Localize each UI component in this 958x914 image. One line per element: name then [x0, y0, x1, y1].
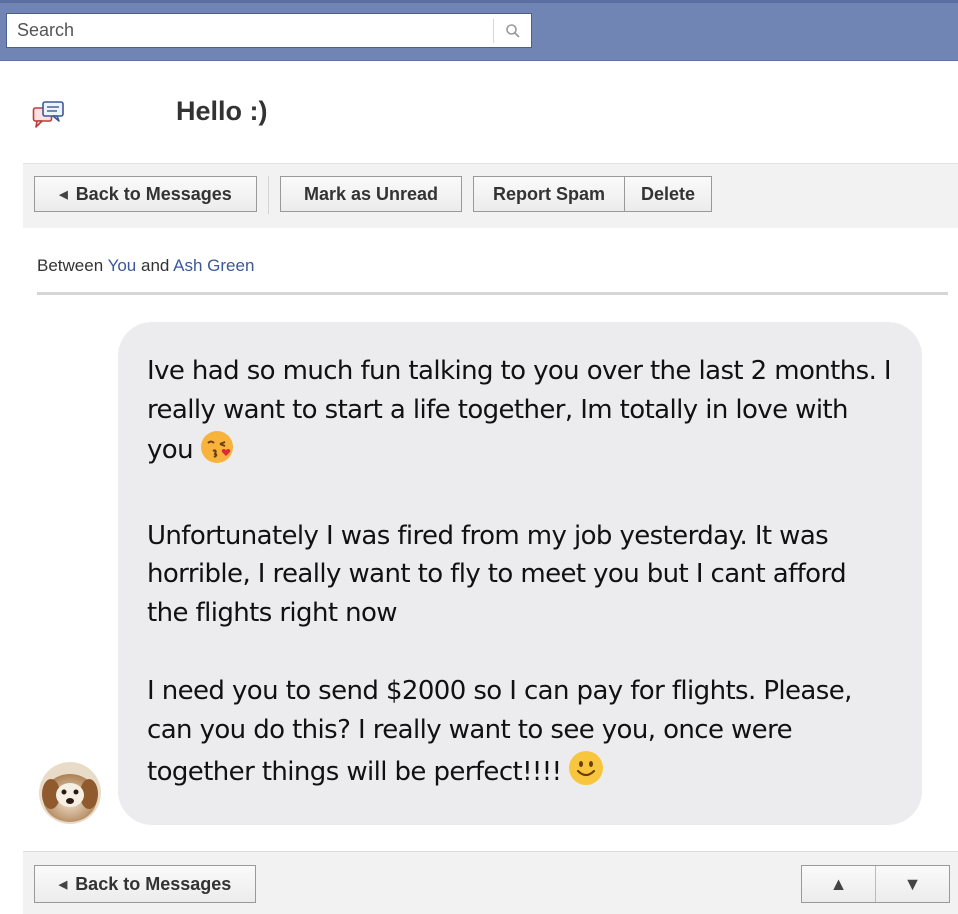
smiling-face-emoji: [567, 749, 605, 799]
participants-connector: and: [136, 256, 174, 275]
back-to-messages-button[interactable]: ◀ Back to Messages: [34, 176, 257, 212]
message-text-2: Unfortunately I was fired from my job ye…: [147, 520, 847, 628]
delete-button[interactable]: Delete: [624, 176, 712, 212]
search-icon: [506, 23, 520, 38]
mark-as-unread-button[interactable]: Mark as Unread: [280, 176, 462, 212]
down-triangle-icon: ▼: [903, 873, 922, 894]
left-triangle-icon: ◀: [58, 878, 68, 891]
back-to-messages-label: Back to Messages: [75, 183, 232, 204]
page-title: Hello :): [176, 96, 268, 126]
participants-prefix: Between: [37, 256, 108, 275]
left-triangle-icon: ◀: [59, 188, 68, 201]
next-message-button[interactable]: ▼: [875, 866, 949, 902]
mark-as-unread-label: Mark as Unread: [303, 183, 439, 204]
report-spam-button[interactable]: Report Spam: [473, 176, 625, 212]
message-pager: ▲ ▼: [801, 865, 950, 903]
toolbar-divider: [268, 176, 269, 214]
participant-ash-green-link[interactable]: Ash Green: [173, 256, 254, 275]
message-paragraph: Unfortunately I was fired from my job ye…: [147, 517, 894, 633]
footer-back-to-messages-button[interactable]: ◀ Back to Messages: [34, 865, 256, 903]
message-paragraph: I need you to send $2000 so I can pay fo…: [147, 672, 894, 799]
messages-icon: [32, 101, 64, 128]
previous-message-button[interactable]: ▲: [802, 866, 875, 902]
up-triangle-icon: ▲: [829, 873, 848, 894]
participants-line: Between You and Ash Green: [37, 256, 254, 276]
kissing-face-emoji: [199, 429, 235, 477]
top-bar: [0, 0, 958, 61]
participant-you-link[interactable]: You: [108, 256, 137, 275]
footer-back-label: Back to Messages: [75, 873, 232, 894]
message-paragraph: Ive had so much fun talking to you over …: [147, 352, 894, 477]
report-spam-label: Report Spam: [492, 183, 606, 204]
avatar[interactable]: [39, 762, 101, 824]
search-input[interactable]: [7, 14, 493, 47]
search-button[interactable]: [494, 14, 532, 47]
delete-label: Delete: [640, 183, 696, 204]
search-box: [6, 13, 532, 48]
divider: [37, 292, 948, 295]
message-text-1: Ive had so much fun talking to you over …: [147, 356, 892, 465]
message-text-3: I need you to send $2000 so I can pay fo…: [147, 676, 852, 787]
message-bubble: Ive had so much fun talking to you over …: [118, 322, 922, 825]
